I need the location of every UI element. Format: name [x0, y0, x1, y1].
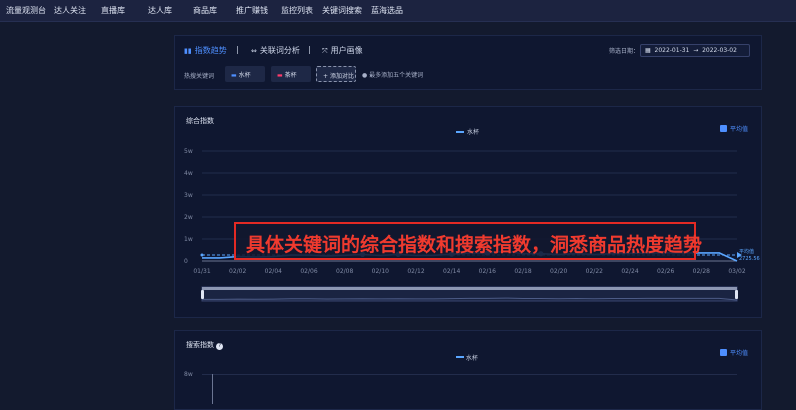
x-tick-label: 03/02 — [728, 268, 745, 275]
x-tick-label: 02/28 — [693, 268, 710, 275]
y-tick-label: 2w — [184, 214, 193, 221]
average-start-dot — [200, 253, 204, 257]
banner-text: 具体关键词的综合指数和搜索指数，洞悉商品热度趋势 — [246, 234, 703, 256]
x-tick-label: 02/04 — [265, 268, 282, 275]
x-tick-label: 02/16 — [479, 268, 496, 275]
legend-label[interactable]: 水杯 — [467, 128, 479, 136]
x-tick-label: 02/10 — [372, 268, 389, 275]
x-tick-label: 02/12 — [407, 268, 424, 275]
x-tick-label: 02/20 — [550, 268, 567, 275]
average-toggle-search[interactable]: 平均值 — [720, 348, 748, 357]
zoom-slider-top-bar — [202, 287, 737, 290]
y-tick-label: 5w — [184, 148, 193, 155]
x-tick-label: 02/26 — [657, 268, 674, 275]
search-y-tick-top: 8w — [184, 371, 193, 378]
zoom-handle-right[interactable] — [735, 290, 738, 299]
y-tick-label: 1w — [184, 236, 193, 243]
feature-banner: 具体关键词的综合指数和搜索指数，洞悉商品热度趋势 — [234, 222, 702, 260]
zoom-handle-left[interactable] — [201, 290, 204, 299]
x-tick-label: 01/31 — [193, 268, 210, 275]
x-tick-label: 02/06 — [300, 268, 317, 275]
search-chart-legend[interactable]: 水杯 — [456, 353, 478, 362]
search-chart-panel — [174, 330, 762, 410]
x-tick-label: 02/18 — [514, 268, 531, 275]
x-tick-label: 02/02 — [229, 268, 246, 275]
y-tick-label: 4w — [184, 170, 193, 177]
search-grid-line — [202, 374, 737, 375]
search-chart-title: 搜索指数 ? — [186, 340, 224, 350]
checkbox-icon — [720, 349, 727, 356]
legend-line-icon — [456, 356, 464, 358]
average-value: 2725.56 — [739, 256, 760, 262]
average-label: 平均值 — [739, 248, 754, 255]
x-tick-label: 02/24 — [621, 268, 638, 275]
help-icon: ? — [216, 343, 224, 350]
y-tick-label: 0 — [184, 258, 188, 265]
x-tick-label: 02/22 — [586, 268, 603, 275]
x-tick-label: 02/14 — [443, 268, 460, 275]
y-tick-label: 3w — [184, 192, 193, 199]
x-tick-label: 02/08 — [336, 268, 353, 275]
